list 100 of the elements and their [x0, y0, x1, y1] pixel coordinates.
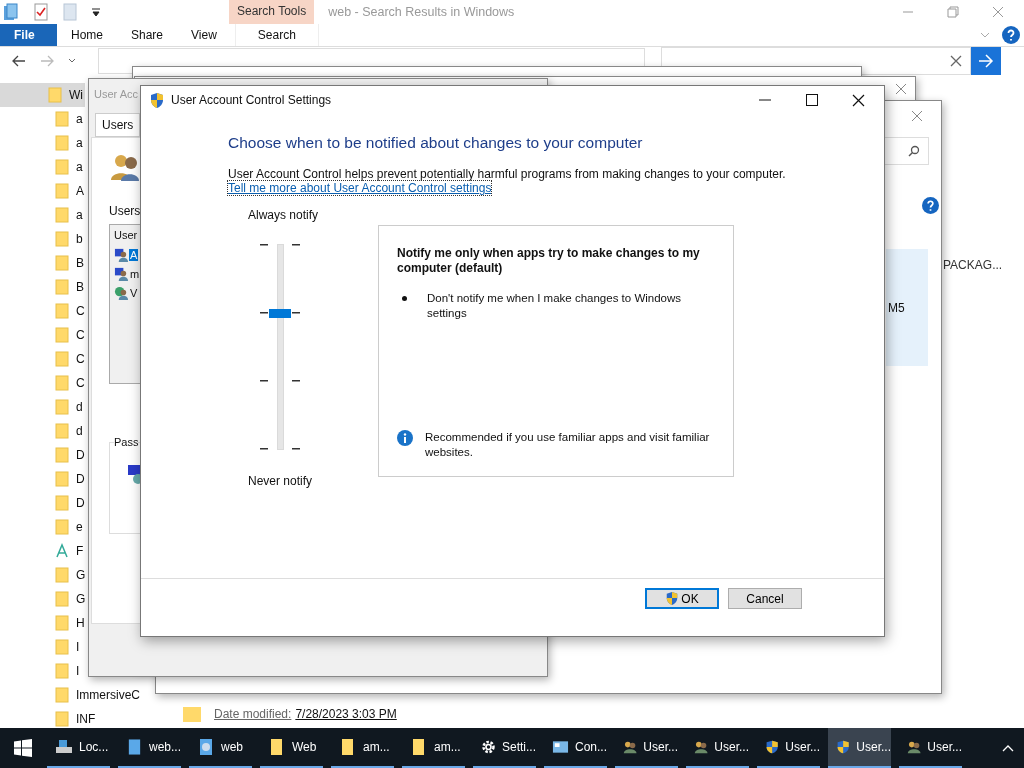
- ribbon-tab[interactable]: File: [0, 24, 57, 46]
- ribbon-tab[interactable]: View: [177, 24, 231, 46]
- taskbar-button[interactable]: Con...: [544, 728, 607, 768]
- nav-tree-item[interactable]: A: [0, 179, 84, 203]
- folder-icon: [55, 639, 69, 655]
- taskbar-button[interactable]: web: [189, 728, 252, 768]
- nav-tree-item[interactable]: B: [0, 251, 84, 275]
- help-icon[interactable]: [922, 197, 939, 214]
- folder-stack-icon[interactable]: [3, 3, 19, 21]
- item-label: H: [76, 616, 85, 630]
- nav-tree-item[interactable]: D: [0, 467, 85, 491]
- selected-item[interactable]: M5: [886, 249, 928, 366]
- search-icon: [908, 145, 920, 157]
- help-link[interactable]: Tell me more about User Account Control settings: [228, 181, 492, 195]
- taskbar-button[interactable]: User...: [686, 728, 749, 768]
- nav-tree-item[interactable]: a: [0, 203, 83, 227]
- item-label: G: [76, 592, 86, 606]
- nav-tree-item[interactable]: INF: [0, 707, 96, 728]
- nav-tree-item[interactable]: e: [0, 515, 83, 539]
- nav-tree-item[interactable]: G: [0, 563, 86, 587]
- maximize-icon[interactable]: [806, 94, 818, 106]
- start-button[interactable]: [14, 739, 32, 757]
- taskbar-button[interactable]: web...: [118, 728, 181, 768]
- nav-tree-item[interactable]: H: [0, 611, 85, 635]
- clear-icon[interactable]: [950, 55, 962, 67]
- setting-title: Notify me only when apps try to make changes to my computer (default): [397, 246, 701, 276]
- recommendation-text: Recommended if you use familiar apps and visit familiar websites.: [425, 430, 711, 460]
- cancel-button[interactable]: Cancel: [728, 588, 802, 609]
- nav-tree-item[interactable]: F: [0, 539, 84, 563]
- folder-icon: [55, 447, 69, 463]
- shield-icon: [836, 738, 851, 756]
- folder-icon: [55, 303, 69, 319]
- user-name[interactable]: V: [129, 286, 139, 299]
- column-header: User: [114, 229, 138, 241]
- taskbar-button[interactable]: User...: [828, 728, 891, 768]
- folder-icon: [55, 399, 69, 415]
- expand-ribbon-icon[interactable]: [980, 31, 990, 39]
- taskbar-button[interactable]: am...: [331, 728, 394, 768]
- taskbar-button[interactable]: Loc...: [47, 728, 110, 768]
- folder-icon: [55, 711, 69, 727]
- item-label: D: [76, 472, 85, 486]
- item-label: F: [76, 544, 84, 558]
- properties-icon[interactable]: [33, 3, 49, 21]
- nav-tree-item[interactable]: Wi: [0, 83, 85, 107]
- back-arrow-icon[interactable]: [12, 55, 26, 67]
- item-label: D: [76, 496, 85, 510]
- nav-tree-item[interactable]: C: [0, 299, 85, 323]
- nav-tree-item[interactable]: d: [0, 395, 83, 419]
- user-name[interactable]: A: [129, 248, 139, 261]
- taskbar-button[interactable]: Web: [260, 728, 323, 768]
- search-go-button[interactable]: [971, 47, 1001, 75]
- item-label: A: [76, 184, 84, 198]
- item-label: D: [76, 448, 85, 462]
- ok-button[interactable]: OK: [645, 588, 719, 609]
- nav-tree-item[interactable]: C: [0, 347, 85, 371]
- nav-tree-item[interactable]: B: [0, 275, 84, 299]
- nav-tree-item[interactable]: I: [0, 635, 80, 659]
- tick-mark: [292, 312, 300, 314]
- nav-tree-item[interactable]: C: [0, 323, 85, 347]
- close-icon[interactable]: [852, 93, 865, 107]
- ribbon-tab[interactable]: Search: [234, 24, 319, 46]
- nav-tree-item[interactable]: d: [0, 419, 83, 443]
- nav-tree-item[interactable]: I: [0, 659, 80, 683]
- help-icon[interactable]: [1002, 26, 1020, 44]
- ribbon-tab[interactable]: Home: [57, 24, 117, 46]
- taskbar-button[interactable]: User...: [899, 728, 962, 768]
- nav-tree-item[interactable]: C: [0, 371, 85, 395]
- nav-tree-item[interactable]: D: [0, 491, 85, 515]
- taskbar-button[interactable]: User...: [615, 728, 678, 768]
- group-label: Pass: [114, 436, 139, 448]
- slider-thumb[interactable]: [269, 309, 291, 319]
- tick-mark: [260, 244, 268, 246]
- nav-tree-item[interactable]: ImmersiveC: [0, 683, 140, 707]
- taskbar-button[interactable]: Setti...: [473, 728, 536, 768]
- taskbar-button[interactable]: User...: [757, 728, 820, 768]
- folder-icon: [55, 375, 69, 391]
- slider-track[interactable]: [268, 244, 292, 450]
- bullet-text: Don't notify me when I make changes to Windows settings: [427, 291, 683, 321]
- user-name[interactable]: m: [129, 267, 141, 280]
- tray-expand-icon[interactable]: [1002, 744, 1014, 752]
- ribbon-tab[interactable]: Share: [117, 24, 178, 46]
- folder-icon: [55, 207, 69, 223]
- item-label: C: [76, 304, 85, 318]
- font-icon: [55, 543, 69, 559]
- users-tab[interactable]: Users: [95, 113, 141, 137]
- nav-tree-item[interactable]: a: [0, 155, 83, 179]
- nav-tree-item[interactable]: b: [0, 227, 83, 251]
- recent-dropdown-icon[interactable]: [68, 58, 76, 64]
- taskbar-button[interactable]: am...: [402, 728, 465, 768]
- folder-icon: [55, 591, 69, 607]
- folder-icon: [55, 663, 69, 679]
- folder-icon: [182, 705, 202, 723]
- nav-tree-item[interactable]: G: [0, 587, 86, 611]
- nav-tree-item[interactable]: a: [0, 131, 83, 155]
- nav-tree-item[interactable]: D: [0, 443, 85, 467]
- result-name: PACKAG...: [943, 258, 1004, 272]
- nav-tree-item[interactable]: a: [0, 107, 83, 131]
- dropdown-icon[interactable]: [91, 7, 101, 17]
- user-icon: [114, 247, 129, 262]
- slider-top-label: Always notify: [248, 208, 319, 222]
